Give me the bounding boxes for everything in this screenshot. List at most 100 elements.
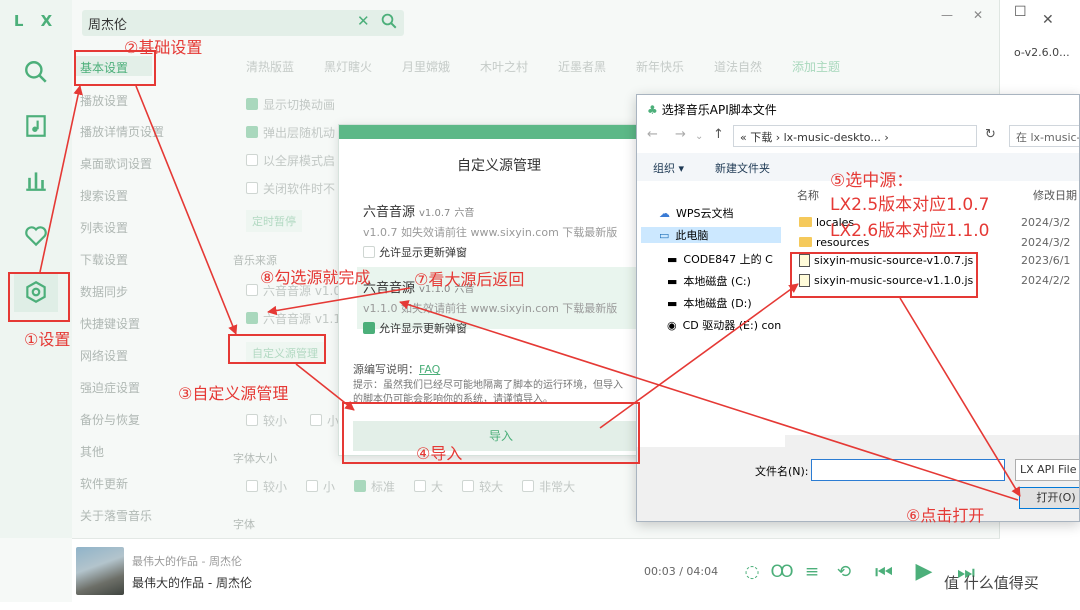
checkbox[interactable] xyxy=(310,414,323,426)
checkbox[interactable] xyxy=(522,480,535,492)
repeat-icon[interactable]: ⟲ xyxy=(832,561,856,583)
checkbox[interactable] xyxy=(246,480,258,492)
checkbox[interactable] xyxy=(462,480,475,492)
theme-option[interactable]: 道法自然 xyxy=(714,58,762,75)
nav-item[interactable]: 关于落雪音乐 xyxy=(80,507,152,527)
checkbox[interactable] xyxy=(354,480,367,492)
faq-link[interactable]: FAQ xyxy=(419,363,440,376)
prev-icon[interactable]: ⏮ xyxy=(872,561,896,583)
organize-menu[interactable]: 组织 ▾ xyxy=(653,160,684,176)
cloud-icon: ☁ xyxy=(659,206,670,220)
tree-item-disk-c[interactable]: ▬ 本地磁盘 (C:) xyxy=(667,273,751,289)
theme-option[interactable]: 黑灯瞎火 xyxy=(324,58,372,75)
dialog-top-bar xyxy=(339,125,657,139)
clear-icon[interactable]: ✕ xyxy=(357,12,373,34)
player-bar: 最伟大的作品 - 周杰伦 最伟大的作品 - 周杰伦 00:03 / 04:04 … xyxy=(72,538,1000,602)
minimize-button[interactable]: — xyxy=(941,8,953,22)
disk-icon: ▬ xyxy=(667,274,678,288)
checkbox[interactable] xyxy=(363,246,375,258)
playlist-add-icon[interactable]: ≡ xyxy=(800,561,824,583)
checkbox[interactable] xyxy=(246,98,258,110)
filename-label: 文件名(N): xyxy=(755,465,809,478)
annotation-box-custom xyxy=(228,334,326,364)
timer-pause-button[interactable]: 定时暂停 xyxy=(246,210,302,232)
search-input[interactable] xyxy=(88,13,348,33)
tree-item-wps[interactable]: ☁ WPS云文档 xyxy=(659,205,734,221)
nav-item[interactable]: 下载设置 xyxy=(80,251,128,271)
comment-icon[interactable]: ◌ xyxy=(740,561,764,583)
nav-item[interactable]: 其他 xyxy=(80,443,104,463)
allow-update-toggle[interactable]: 允许显示更新弹窗 xyxy=(363,320,653,336)
annotation-step2: ②基础设置 xyxy=(124,38,203,57)
allow-update-toggle[interactable]: 允许显示更新弹窗 xyxy=(363,244,653,260)
nav-item[interactable]: 软件更新 xyxy=(80,475,128,495)
tree-item-cd-drive[interactable]: ◉ CD 驱动器 (E:) con xyxy=(667,317,781,333)
forward-icon[interactable]: → xyxy=(675,127,686,142)
nav-item[interactable]: 播放详情页设置 xyxy=(80,123,164,143)
checkbox[interactable] xyxy=(363,322,375,334)
setting-fullscreen[interactable]: 以全屏模式启 xyxy=(246,152,335,168)
up-icon[interactable]: ↑ xyxy=(713,127,724,142)
leaderboard-nav-button[interactable] xyxy=(14,160,58,200)
search-icon xyxy=(381,13,397,29)
nav-item[interactable]: 播放设置 xyxy=(80,92,128,112)
nav-item[interactable]: 桌面歌词设置 xyxy=(80,155,152,175)
nav-item[interactable]: 快捷键设置 xyxy=(80,315,140,335)
tree-item-network-drive[interactable]: ▬ CODE847 上的 C xyxy=(667,251,773,267)
theme-option[interactable]: 新年快乐 xyxy=(636,58,684,75)
setting-show-animation[interactable]: 显示切换动画 xyxy=(246,96,335,112)
theme-option[interactable]: 清热版蓝 xyxy=(246,58,294,75)
checkbox[interactable] xyxy=(414,480,427,492)
checkbox[interactable] xyxy=(246,182,258,194)
songlist-nav-button[interactable] xyxy=(14,106,58,146)
address-bar[interactable]: « 下载 › lx-music-deskto... › xyxy=(733,125,977,147)
refresh-icon[interactable]: ↻ xyxy=(985,127,996,142)
filetype-select[interactable]: LX API File xyxy=(1015,459,1079,481)
source-radio-2[interactable]: 六音音源 v1.1 xyxy=(246,310,341,326)
nav-item[interactable]: 强迫症设置 xyxy=(80,379,140,399)
new-folder-button[interactable]: 新建文件夹 xyxy=(715,160,770,176)
search-nav-button[interactable] xyxy=(14,52,58,92)
checkbox[interactable] xyxy=(246,284,258,296)
play-icon[interactable]: ▶ xyxy=(912,561,936,583)
tree-item-disk-d[interactable]: ▬ 本地磁盘 (D:) xyxy=(667,295,752,311)
theme-option[interactable]: 木叶之村 xyxy=(480,58,528,75)
annotation-box-settings xyxy=(8,272,70,322)
annotation-step1: ①设置 xyxy=(24,330,71,349)
setting-popup-animation[interactable]: 弹出层随机动 xyxy=(246,124,335,140)
lyric-toggle-icon[interactable]: Ꝏ xyxy=(770,561,794,583)
column-date[interactable]: 修改日期 xyxy=(1033,187,1077,203)
close-icon[interactable]: ✕ xyxy=(1042,12,1054,28)
filename-input[interactable] xyxy=(811,459,1005,481)
theme-option[interactable]: 月里嫦娥 xyxy=(402,58,450,75)
checkbox[interactable] xyxy=(246,414,258,426)
horizontal-scrollbar[interactable] xyxy=(785,435,1079,447)
column-name[interactable]: 名称 xyxy=(797,187,819,203)
back-icon[interactable]: ← xyxy=(647,127,658,142)
nav-item[interactable]: 网络设置 xyxy=(80,347,128,367)
checkbox[interactable] xyxy=(246,126,258,138)
restore-icon[interactable]: ☐ xyxy=(1014,4,1027,20)
theme-option[interactable]: 近墨者黑 xyxy=(558,58,606,75)
checkbox[interactable] xyxy=(246,154,258,166)
open-button[interactable]: 打开(O) xyxy=(1019,487,1079,509)
nav-item[interactable]: 列表设置 xyxy=(80,219,128,239)
search-submit-button[interactable] xyxy=(380,12,400,34)
favorites-nav-button[interactable] xyxy=(14,216,58,256)
setting-close-tray[interactable]: 关闭软件时不 xyxy=(246,180,335,196)
checkbox[interactable] xyxy=(246,312,258,324)
checkbox[interactable] xyxy=(306,480,319,492)
nav-item[interactable]: 备份与恢复 xyxy=(80,411,140,431)
nav-item[interactable]: 数据同步 xyxy=(80,283,128,303)
source-item-1[interactable]: 六音音源 v1.0.7 六音 v1.0.7 如失效请前往 www.sixyin.co… xyxy=(363,201,653,260)
history-icon[interactable]: ⌄ xyxy=(695,131,703,142)
size-small[interactable]: 较小小 xyxy=(246,412,339,428)
tree-item-this-pc[interactable]: ▭ 此电脑 xyxy=(641,227,781,243)
add-theme-button[interactable]: 添加主题 xyxy=(792,58,840,75)
folder-search-input[interactable]: 在 lx-music-desk xyxy=(1009,125,1079,147)
album-cover[interactable] xyxy=(76,547,124,595)
track-title[interactable]: 最伟大的作品 - 周杰伦 xyxy=(132,574,252,591)
open-file-dialog: ♣ 选择音乐API脚本文件 ← → ⌄ ↑ « 下载 › lx-music-de… xyxy=(636,94,1080,522)
nav-item[interactable]: 搜索设置 xyxy=(80,187,128,207)
close-button[interactable]: ✕ xyxy=(973,8,983,22)
